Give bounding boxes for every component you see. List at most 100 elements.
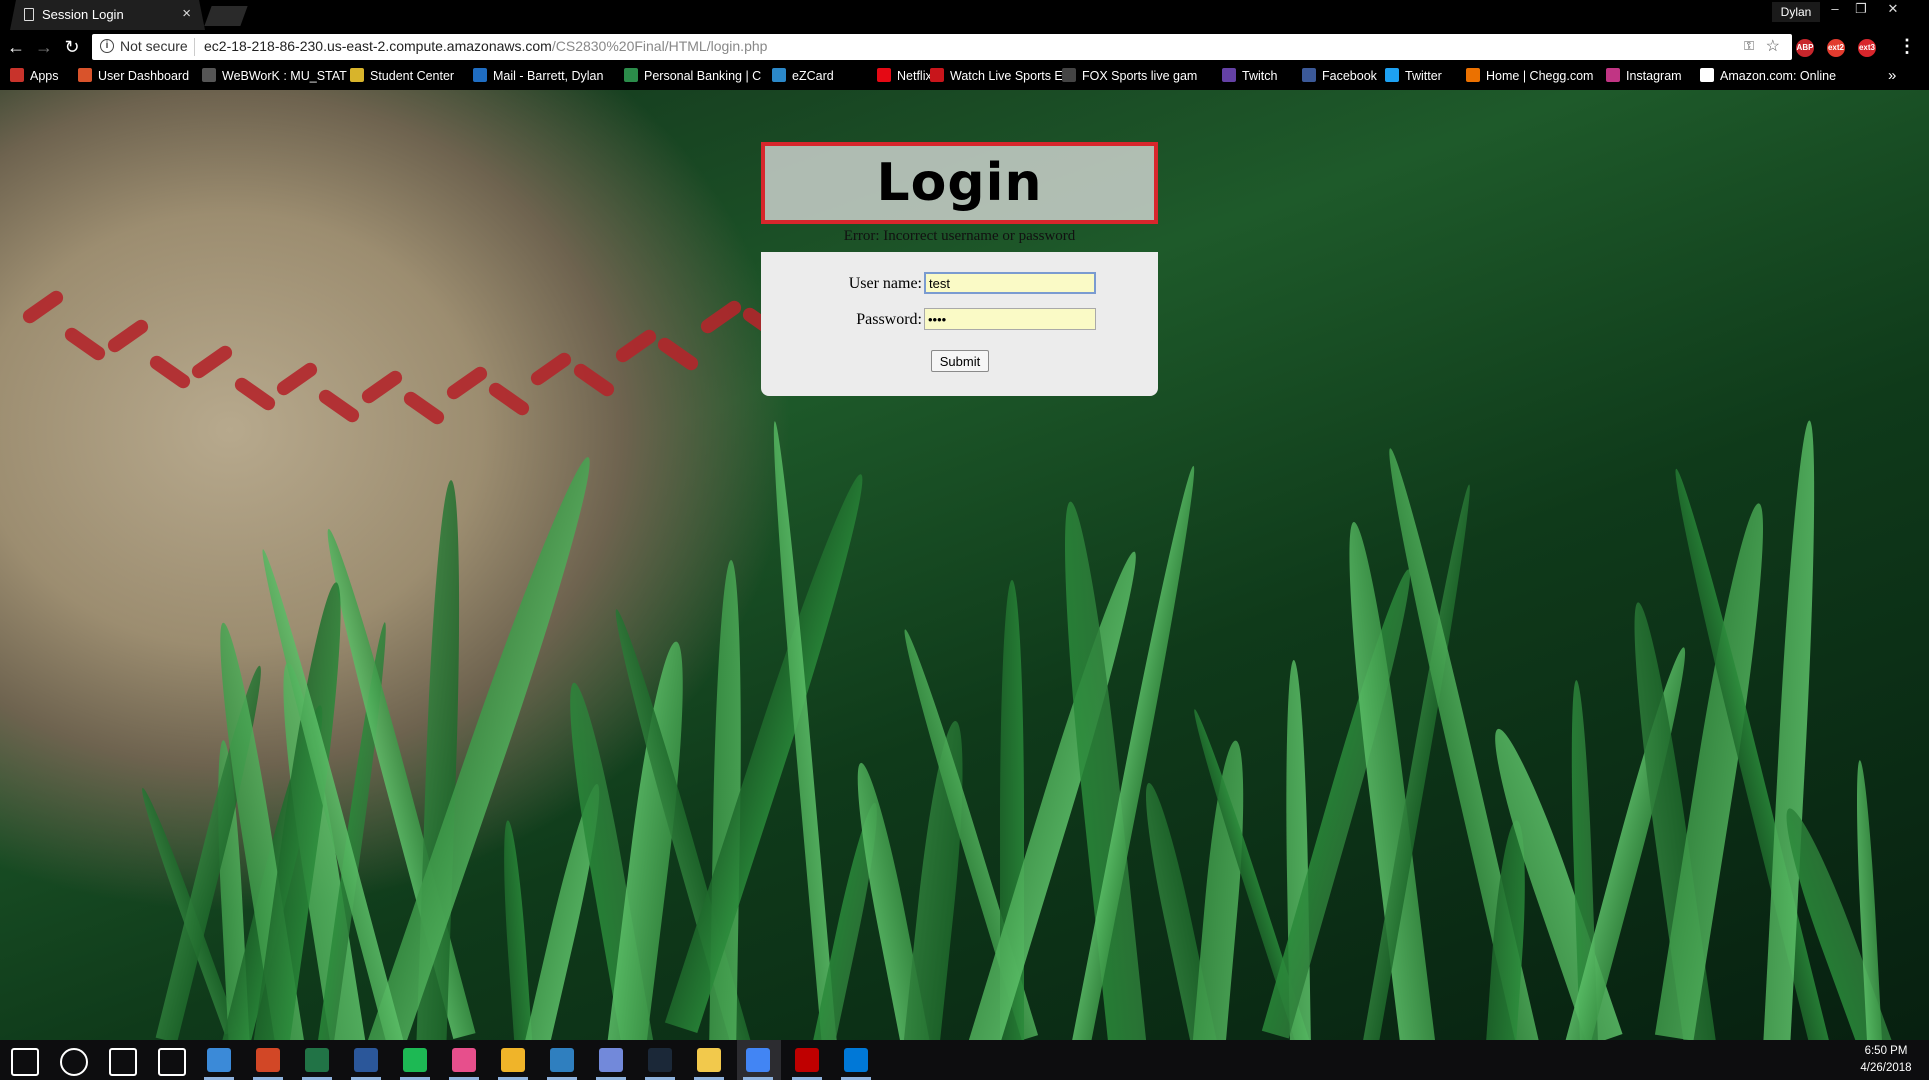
itunes-icon[interactable] (452, 1048, 476, 1072)
bookmark-label: Student Center (370, 69, 455, 83)
back-arrow-icon[interactable]: ← (4, 35, 28, 59)
app-icon[interactable] (550, 1048, 574, 1072)
bookmark-item[interactable]: eZCard (772, 68, 834, 83)
forward-arrow-icon[interactable]: → (32, 35, 56, 59)
url-host: ec2-18-218-86-230.us-east-2.compute.amaz… (204, 38, 552, 54)
chrome-icon[interactable] (746, 1048, 770, 1072)
bookmark-label: Twitch (1242, 69, 1278, 83)
login-header: Login (761, 142, 1158, 224)
page-icon (202, 68, 216, 82)
baseball-stitch (189, 342, 236, 381)
username-label: User name: (848, 275, 922, 292)
bookmark-item[interactable]: Apps (10, 68, 59, 83)
key-icon[interactable]: ⚿ (1744, 38, 1754, 54)
steam-icon[interactable] (648, 1048, 672, 1072)
password-field[interactable] (924, 308, 1096, 330)
divider (194, 38, 195, 56)
url-text[interactable]: ec2-18-218-86-230.us-east-2.compute.amaz… (204, 38, 767, 54)
baseball-stitch (570, 361, 617, 400)
facebook-icon (1302, 68, 1316, 82)
bookmark-label: Watch Live Sports Ev (950, 69, 1070, 83)
task-view-icon[interactable] (109, 1048, 137, 1076)
bookmark-label: Apps (30, 69, 59, 83)
page-title: Login (876, 153, 1043, 213)
submit-button[interactable]: Submit (931, 350, 989, 372)
explorer-blue-icon[interactable] (207, 1048, 231, 1072)
star-icon[interactable]: ☆ (1766, 36, 1780, 56)
info-icon[interactable]: i (100, 39, 114, 53)
username-field[interactable] (924, 272, 1096, 294)
bookmark-item[interactable]: Instagram (1606, 68, 1682, 83)
address-bar[interactable]: i Not secure ec2-18-218-86-230.us-east-2… (92, 34, 1792, 60)
excel-icon[interactable] (305, 1048, 329, 1072)
grass-blade (898, 719, 974, 1040)
cortana-icon[interactable] (60, 1048, 88, 1076)
login-form: User name: Password: Submit (761, 252, 1158, 396)
clock-date: 4/26/2018 (1860, 1062, 1912, 1074)
netflix-icon (877, 68, 891, 82)
bookmark-item[interactable]: Facebook (1302, 68, 1377, 83)
instagram-icon (1606, 68, 1620, 82)
bookmark-label: Home | Chegg.com (1486, 69, 1594, 83)
powerpoint-icon[interactable] (256, 1048, 280, 1072)
discord-icon[interactable] (599, 1048, 623, 1072)
bookmark-item[interactable]: Netflix (877, 68, 932, 83)
spotify-icon[interactable] (403, 1048, 427, 1072)
extension-2-icon[interactable]: ext2 (1827, 39, 1845, 57)
baseball-stitch (528, 349, 575, 388)
baseball-stitch (486, 380, 532, 419)
reload-icon[interactable]: ↻ (60, 35, 84, 59)
sticky-icon[interactable] (501, 1048, 525, 1072)
edge-icon[interactable] (844, 1048, 868, 1072)
bookmark-item[interactable]: Twitter (1385, 68, 1442, 83)
browser-titlebar: Session Login × Dylan – ❐ ✕ (0, 0, 1929, 30)
baseball-stitch (104, 317, 151, 356)
kebab-menu-icon[interactable]: ⋮ (1898, 36, 1916, 57)
outlook-icon (473, 68, 487, 82)
apps-grid-icon (10, 68, 24, 82)
bookmark-item[interactable]: Mail - Barrett, Dylan (473, 68, 603, 83)
system-clock[interactable]: 6:50 PM 4/26/2018 (1848, 1043, 1924, 1077)
bookmark-item[interactable]: WeBWorK : MU_STAT (202, 68, 347, 83)
grass-blade (498, 819, 536, 1040)
baseball-stitch (401, 389, 448, 428)
extension-3-icon[interactable]: ext3 (1858, 39, 1876, 57)
chevron-more-icon[interactable]: » (1888, 67, 1896, 84)
chegg-icon (1466, 68, 1480, 82)
bookmark-item[interactable]: Personal Banking | C (624, 68, 761, 83)
baseball-stitch (62, 325, 109, 363)
file-explorer-icon[interactable] (697, 1048, 721, 1072)
baseball-stitch (655, 335, 702, 373)
baseball-stitch (20, 288, 66, 326)
close-icon[interactable]: × (182, 5, 191, 22)
bookmark-item[interactable]: FOX Sports live gam (1062, 68, 1197, 83)
new-tab-button[interactable] (204, 6, 248, 26)
grass-blade (1762, 419, 1823, 1040)
bookmark-item[interactable]: Home | Chegg.com (1466, 68, 1593, 83)
minimize-button[interactable]: – (1822, 0, 1848, 20)
tab-session-login[interactable]: Session Login × (10, 0, 205, 30)
clock-time: 6:50 PM (1864, 1045, 1908, 1057)
word-icon[interactable] (354, 1048, 378, 1072)
bookmark-item[interactable]: Watch Live Sports Ev (930, 68, 1069, 83)
sports-icon (930, 68, 944, 82)
bookmark-item[interactable]: Twitch (1222, 68, 1277, 83)
restore-button[interactable]: ❐ (1848, 0, 1874, 20)
bookmark-item[interactable]: Student Center (350, 68, 454, 83)
extension-1-icon[interactable]: ABP (1796, 39, 1814, 57)
profile-button[interactable]: Dylan (1772, 2, 1820, 22)
settings-icon[interactable] (158, 1048, 186, 1076)
password-row: Password: (761, 308, 1158, 332)
username-row: User name: (761, 272, 1158, 296)
baseball-stitch (274, 360, 320, 399)
filezilla-icon[interactable] (795, 1048, 819, 1072)
start-icon[interactable] (11, 1048, 39, 1076)
baseball-stitch (231, 374, 278, 413)
baseball-stitch (147, 352, 193, 391)
bookmark-label: Netflix (897, 69, 932, 83)
bookmark-item[interactable]: Amazon.com: Online (1700, 68, 1836, 83)
bookmark-item[interactable]: User Dashboard (78, 68, 189, 83)
bookmark-label: eZCard (792, 69, 834, 83)
close-window-button[interactable]: ✕ (1880, 0, 1906, 20)
security-label[interactable]: Not secure (120, 38, 188, 54)
